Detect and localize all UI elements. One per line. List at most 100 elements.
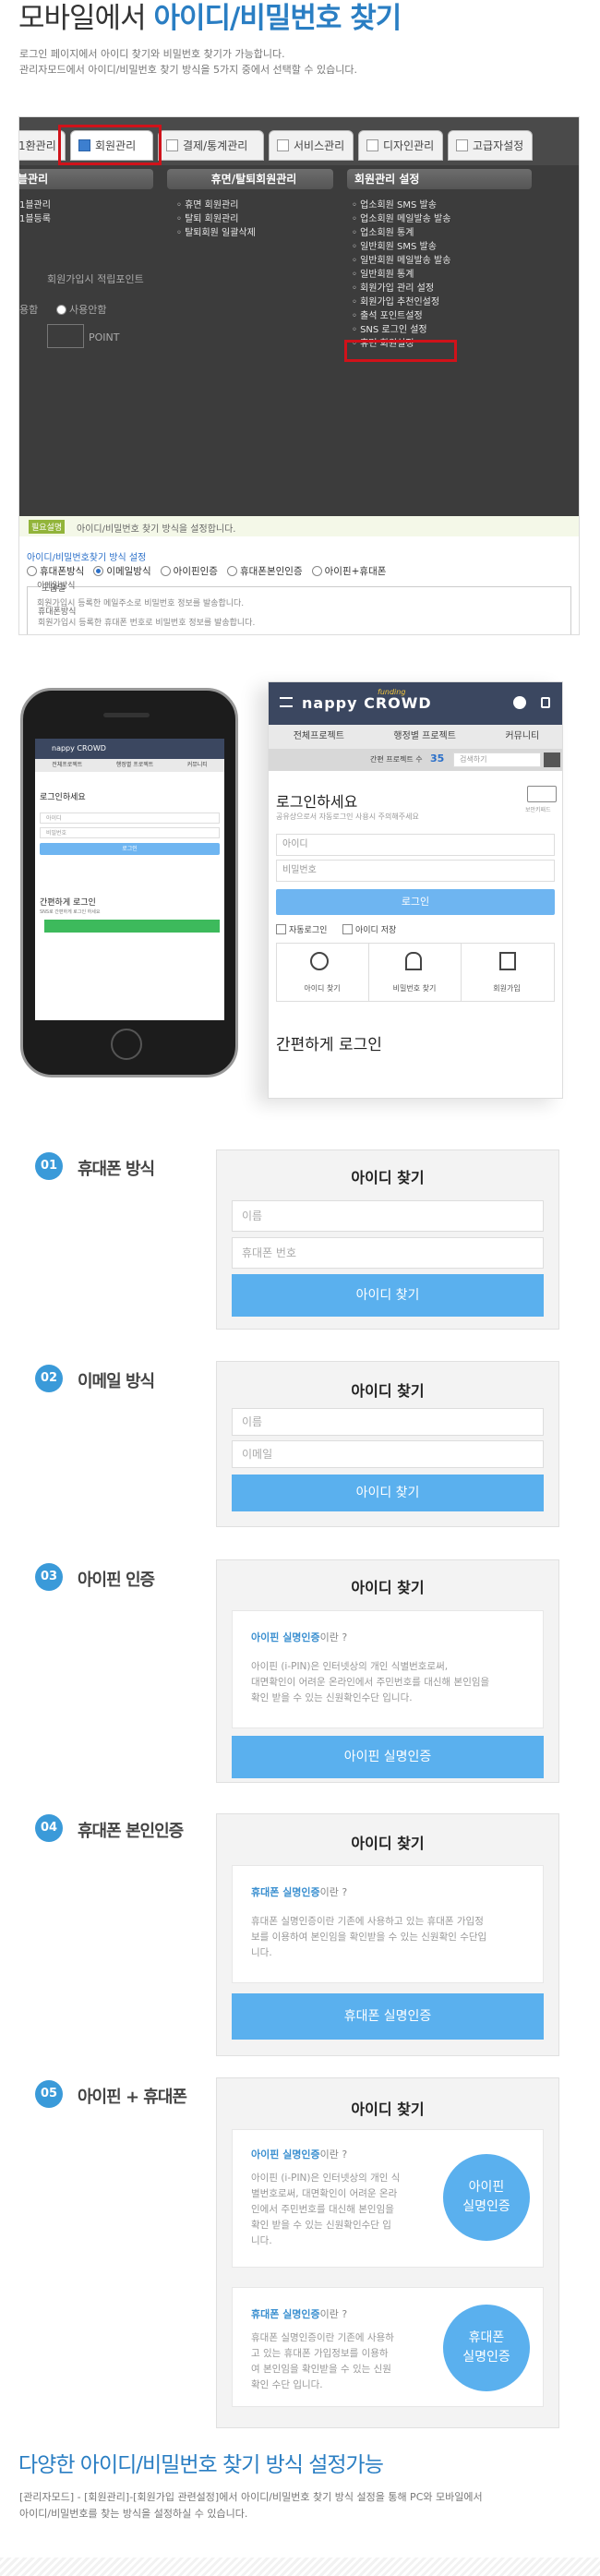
phone-auth-button[interactable]: 휴대폰 실명인증	[232, 1993, 544, 2040]
find-password-link[interactable]: 비밀번호 찾기	[368, 983, 461, 993]
menu-item[interactable]: ◦ 출석 포인트설정	[352, 307, 423, 321]
ipin-auth-button[interactable]: 아이핀 실명인증	[232, 1736, 544, 1778]
keyboard-icon[interactable]	[527, 786, 557, 802]
small-pw-input[interactable]: 비밀번호	[40, 827, 220, 838]
tab-service[interactable]: 서비스관리	[269, 130, 354, 161]
password-input[interactable]: 비밀번호	[276, 860, 555, 882]
feature-3-title: 아이핀 인증	[78, 1571, 155, 1590]
advanced-icon	[456, 139, 468, 151]
ipin-auth-circle-button[interactable]: 아이핀 실명인증	[443, 2154, 530, 2241]
feature-2-badge: 02	[35, 1365, 63, 1392]
menu-item[interactable]: ◦ 업소회원 SMS 발송	[352, 197, 437, 211]
login-subtitle: 공유상으로서 자동로그인 사용시 주의해주세요	[276, 813, 419, 821]
phone-auth-question: 휴대폰 실명인증이란 ?	[251, 2308, 348, 2320]
save-id-check[interactable]: 아이디 저장	[342, 923, 396, 935]
menu-item[interactable]: 1블관리	[19, 197, 51, 211]
help-text-2: 회원가입시 등록한 메일주소로 비밀번호 정보를 발송합니다.	[37, 599, 245, 608]
search-icon[interactable]	[544, 752, 560, 767]
find-password-icon[interactable]	[405, 952, 422, 970]
faded-point-label: 회원가입시 적립포인트	[47, 273, 144, 285]
phone-auth-circle-button[interactable]: 휴대폰 실명인증	[443, 2305, 530, 2391]
mobile-header: nappy CROWD funding	[269, 682, 562, 725]
option-phone-auth[interactable]: 휴대폰본인인증	[226, 565, 303, 577]
menu-item[interactable]: ◦ 업소회원 메일발송 발송	[352, 211, 450, 224]
mobile-nav: 전체프로젝트 행정별 프로젝트 커뮤니티	[269, 725, 562, 749]
menu-head-2: 휴면/탈퇴회원관리	[167, 169, 333, 189]
menu-icon[interactable]	[280, 697, 293, 707]
tab-design[interactable]: 디자인관리	[358, 130, 443, 161]
small-id-input[interactable]: 아이디	[40, 813, 220, 824]
menu-item[interactable]: ◦ 탈퇴 회원관리	[176, 211, 238, 224]
panel-title: 아이디 찾기	[351, 1382, 425, 1400]
ipin-info-card: 아이핀 실명인증이란 ? 아이핀 (i-PIN)은 인터넷상의 개인 식별번호로…	[232, 1610, 544, 1728]
feature-2-panel: 아이디 찾기 이름 이메일 아이디 찾기	[216, 1361, 559, 1527]
find-id-button[interactable]: 아이디 찾기	[232, 1274, 544, 1317]
menu-item[interactable]: ◦ 일반회원 메일발송 발송	[352, 252, 450, 266]
id-input[interactable]: 아이디	[276, 834, 555, 856]
lock-icon[interactable]	[541, 697, 550, 708]
panel-title: 아이디 찾기	[351, 1169, 425, 1186]
user-icon[interactable]	[513, 696, 526, 709]
footer-desc-1: [관리자모드] - [회원관리]-[회원가입 관련설정]에서 아이디/비밀번호 …	[19, 2491, 483, 2503]
notice-text: 아이디/비밀번호 찾기 방식을 설정합니다.	[77, 524, 236, 535]
menu-item[interactable]: 1블등록	[19, 211, 51, 224]
menu-item[interactable]: ◦ 회원가입 관리 설정	[352, 280, 434, 294]
phone-auth-text: 여 본인임을 확인받을 수 있는 신원	[251, 2364, 391, 2375]
faded-input	[47, 324, 84, 348]
faded-point-unit: POINT	[89, 331, 120, 343]
home-button-icon	[111, 1029, 142, 1060]
menu-item[interactable]: ◦ 일반회원 통계	[352, 266, 414, 280]
menu-item[interactable]: ◦ 업소회원 통계	[352, 224, 414, 238]
nav-all-projects[interactable]: 전체프로젝트	[294, 725, 344, 749]
option-phone[interactable]: 휴대폰방식	[27, 565, 84, 577]
option-ipin-phone[interactable]: 아이핀+휴대폰	[311, 565, 386, 577]
option-ipin[interactable]: 아이핀인증	[160, 565, 218, 577]
signup-icon[interactable]	[499, 952, 516, 970]
tab-advanced[interactable]: 고급자설정	[448, 130, 533, 161]
highlight-signup-setting	[344, 340, 457, 362]
ipin-info-card: 아이핀 실명인증이란 ? 아이핀 (i-PIN)은 인터넷상의 개인 식 별번호…	[232, 2129, 544, 2268]
phone-input[interactable]: 휴대폰 번호	[232, 1237, 544, 1269]
ipin-text-1: 아이핀 (i-PIN)은 인터넷상의 개인 식별번호로써,	[251, 1661, 449, 1672]
ipin-text: 아이핀 (i-PIN)은 인터넷상의 개인 식	[251, 2173, 401, 2184]
find-id-button[interactable]: 아이디 찾기	[232, 1475, 544, 1511]
page-description-1: 로그인 페이지에서 아이디 찾기와 비밀번호 찾기가 가능합니다.	[19, 48, 285, 60]
tab-payment[interactable]: 결제/통계관리	[158, 130, 264, 161]
auto-login-check[interactable]: 자동로그인	[276, 923, 327, 935]
login-button[interactable]: 로그인	[276, 889, 555, 915]
search-bar: 간편 프로젝트 수 35 검색하기	[269, 749, 562, 771]
menu-head-1: 블관리	[19, 169, 153, 189]
login-title: 로그인하세요	[276, 793, 358, 811]
ipin-text: 별번호로써, 대면확인이 어려운 온라	[251, 2188, 398, 2199]
admin-screenshot: 1환관리 회원관리 결제/통계관리 서비스관리 디자인관리 고급자설정 블관리 …	[18, 116, 580, 635]
small-easy-sub: SNS로 간편하게 로그인 하세요	[40, 909, 101, 915]
signup-link[interactable]: 회원가입	[461, 983, 553, 993]
menu-item[interactable]: ◦ 탈퇴회원 일괄삭제	[176, 224, 256, 238]
find-id-icon[interactable]	[310, 952, 329, 970]
menu-item[interactable]: ◦ 휴면 회원관리	[176, 197, 238, 211]
small-login-button[interactable]: 로그인	[40, 843, 220, 855]
menu-item[interactable]: ◦ 일반회원 SMS 발송	[352, 238, 437, 252]
nav-admin-projects[interactable]: 행정별 프로젝트	[393, 725, 456, 749]
page-description-2: 관리자모드에서 아이디/비밀번호 찾기 방식을 5가지 중에서 선택할 수 있습…	[19, 64, 358, 76]
phone-auth-info-card: 휴대폰 실명인증이란 ? 휴대폰 실명인증이란 기존에 사용하고 있는 휴대폰 …	[232, 1865, 544, 1983]
find-id-link[interactable]: 아이디 찾기	[276, 983, 368, 993]
feature-1-badge: 01	[35, 1152, 63, 1180]
email-input[interactable]: 이메일	[232, 1440, 544, 1468]
design-icon	[366, 139, 378, 151]
search-input[interactable]: 검색하기	[453, 752, 541, 767]
small-login-title: 로그인하세요	[40, 793, 86, 802]
ipin-text-3: 확인 받을 수 있는 신원확인수단 입니다.	[251, 1692, 413, 1703]
service-icon	[277, 139, 289, 151]
faded-use-label: 용함	[19, 304, 39, 316]
nav-community[interactable]: 커뮤니티	[505, 725, 539, 749]
name-input[interactable]: 이름	[232, 1200, 544, 1232]
menu-item[interactable]: ◦ SNS 로그인 설정	[352, 321, 427, 335]
option-email[interactable]: 이메일방식	[93, 565, 151, 577]
small-sns-button[interactable]	[44, 920, 220, 933]
admin-menu-panel: 블관리 휴면/탈퇴회원관리 회원관리 설정 1블관리 1블등록 ◦ 휴면 회원관…	[19, 165, 579, 516]
footer-title: 다양한 아이디/비밀번호 찾기 방식 설정가능	[18, 2453, 384, 2477]
menu-item[interactable]: ◦ 회원가입 추천인설정	[352, 294, 439, 307]
phone-auth-text-1: 휴대폰 실명인증이란 기존에 사용하고 있는 휴대폰 가입정	[251, 1916, 484, 1927]
name-input[interactable]: 이름	[232, 1408, 544, 1436]
